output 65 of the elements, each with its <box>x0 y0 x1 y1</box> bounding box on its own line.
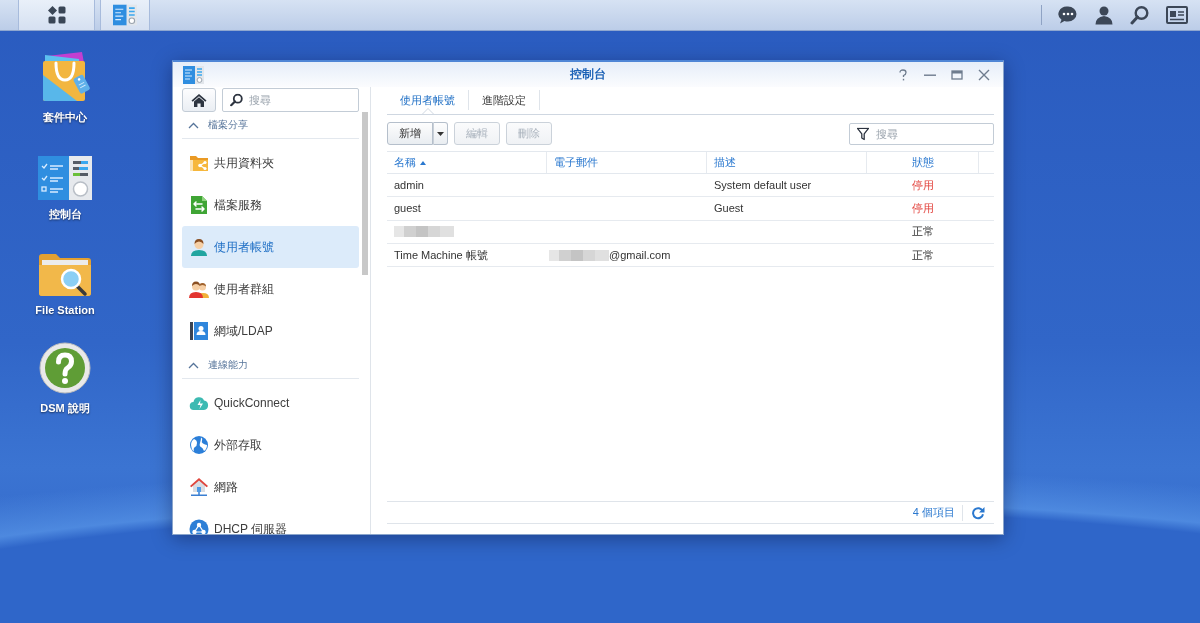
sidebar-item[interactable]: 檔案服務 <box>182 184 359 226</box>
table-cell: @gmail.com <box>609 249 671 262</box>
table-cell: Time Machine 帳號 <box>394 247 488 263</box>
home-icon <box>191 92 207 108</box>
search-icon[interactable] <box>1130 5 1150 25</box>
sidebar-item[interactable]: 使用者群組 <box>182 268 359 310</box>
item-count: 4 個項目 <box>912 505 955 520</box>
column-header[interactable]: 名稱 <box>387 152 547 173</box>
scrollbar[interactable] <box>362 112 368 275</box>
shortcut-label[interactable]: 控制台 <box>48 207 82 222</box>
status-text: 正常 <box>912 224 934 240</box>
tab[interactable]: 進階設定 <box>469 90 540 110</box>
sidebar-item[interactable]: DHCP 伺服器 <box>182 508 359 534</box>
sidebar-item[interactable]: 共用資料夾 <box>182 142 359 184</box>
main-menu-button[interactable] <box>18 0 95 30</box>
shortcut-label[interactable]: File Station <box>35 304 95 316</box>
shortcut-label[interactable]: 套件中心 <box>43 110 87 125</box>
shortcut-label[interactable]: DSM 說明 <box>40 401 90 416</box>
status-text: 正常 <box>912 247 934 263</box>
column-header[interactable]: 描述 <box>707 152 867 173</box>
sidebar-item[interactable]: 使用者帳號 <box>182 226 359 268</box>
window-title: 控制台 <box>570 67 606 82</box>
close-icon[interactable] <box>978 68 990 81</box>
sidebar-item[interactable]: 網路 <box>182 466 359 508</box>
search-field[interactable]: 搜尋 <box>849 122 994 145</box>
search-icon <box>230 93 243 107</box>
sidebar-item[interactable]: QuickConnect <box>182 382 359 424</box>
control-panel-icon <box>113 4 137 26</box>
folder-magnifier-icon[interactable] <box>38 251 92 297</box>
refresh-icon[interactable] <box>971 505 985 520</box>
toolbar-button[interactable]: 新增 <box>387 122 433 145</box>
grid-icon <box>46 5 67 25</box>
table-cell: guest <box>394 202 421 215</box>
sidebar-item[interactable]: 外部存取 <box>182 424 359 466</box>
section-header[interactable]: 連線能力 <box>182 352 359 379</box>
column-header[interactable]: 狀態 <box>867 152 979 173</box>
column-header[interactable]: 電子郵件 <box>547 152 707 173</box>
chat-bubble-icon[interactable] <box>1058 5 1078 25</box>
caret-icon <box>437 131 444 136</box>
globe-icon <box>189 435 209 455</box>
taskbar-app-button[interactable] <box>100 0 150 30</box>
status-text: 停用 <box>912 200 934 216</box>
status-text: 停用 <box>912 177 934 193</box>
table-cell: Guest <box>714 202 744 215</box>
shared-folder-icon <box>189 153 209 173</box>
control-panel-icon[interactable] <box>38 156 92 200</box>
home-button[interactable] <box>182 88 216 112</box>
house-network-icon <box>189 477 209 497</box>
contact-book-icon <box>189 321 209 341</box>
table-cell: admin <box>394 179 424 192</box>
question-mark-icon[interactable] <box>39 342 91 394</box>
user-group-icon <box>189 279 209 299</box>
control-panel-icon <box>183 65 204 84</box>
table-cell: System default user <box>714 179 812 192</box>
section-header[interactable]: 檔案分享 <box>182 112 359 139</box>
document-arrows-icon <box>189 195 209 215</box>
filter-icon <box>857 127 869 140</box>
maximize-icon[interactable] <box>951 68 963 81</box>
user-icon[interactable] <box>1094 5 1114 25</box>
search-field[interactable]: 搜尋 <box>222 88 359 112</box>
dropdown-button[interactable] <box>433 122 448 145</box>
sidebar-item[interactable]: 網域/LDAP <box>182 310 359 352</box>
help-icon[interactable] <box>897 68 909 81</box>
card-icon[interactable] <box>1166 6 1188 24</box>
user-icon <box>189 237 209 257</box>
